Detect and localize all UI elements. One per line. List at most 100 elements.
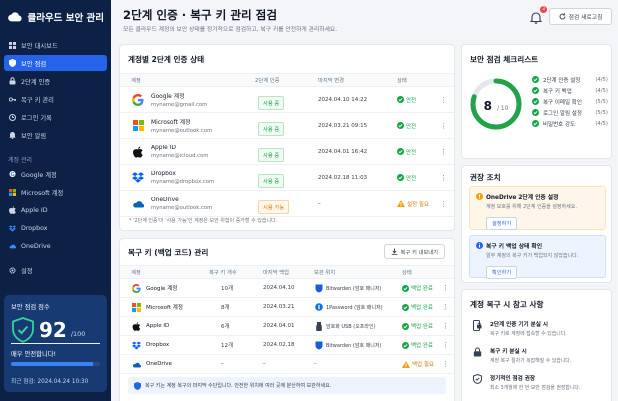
guide-item-title: 정기적인 점검 권장	[490, 376, 536, 382]
refresh-button[interactable]: 점검 새로고침	[549, 8, 612, 25]
recovery-row[interactable]: Apple ID 6개 2024.04.01 암호화 USB (오프라인) 백업…	[120, 317, 454, 336]
twofa-card: 계정별 2단계 인증 상태 계정 2단계 인증 마지막 변경 상태 Google…	[119, 44, 455, 231]
checklist-done: 8	[483, 99, 493, 113]
more-options-icon[interactable]: ⋮	[440, 200, 454, 208]
microsoft-icon	[9, 188, 16, 196]
recovery-table-header: 계정 복구 키 개수 마지막 백업 보관 위치 상태	[120, 265, 454, 279]
status-indicator: 안전	[391, 122, 440, 130]
warning-icon	[397, 200, 405, 207]
brand[interactable]: 클라우드 보안 관리	[0, 0, 111, 35]
dropbox-icon	[132, 341, 141, 350]
col-last-change: 마지막 변경	[318, 78, 345, 84]
twofa-row[interactable]: Microsoft 계정 myname@outlook.com 사용 중 202…	[120, 113, 454, 139]
status-text: 안전	[406, 97, 417, 104]
last-backup: 2024.03.21	[263, 304, 295, 310]
col-last-backup: 마지막 백업	[263, 270, 290, 276]
key-count: –	[221, 361, 224, 367]
account-email: myname@icloud.com	[151, 152, 209, 159]
more-options-icon[interactable]: ⋮	[440, 174, 454, 182]
nav-label: 2단계 인증	[21, 78, 51, 86]
account-cell: Dropbox myname@dropbox.com	[120, 171, 244, 185]
onedrive-icon	[9, 243, 16, 250]
twofa-badge: 사용 중	[258, 121, 285, 136]
more-options-icon[interactable]: ⋮	[440, 148, 454, 156]
col-account: 계정	[131, 78, 141, 84]
more-options-icon[interactable]: ⋮	[442, 341, 454, 349]
recovery-row[interactable]: Microsoft 계정 8개 2024.03.21 1Password (암호…	[120, 298, 454, 317]
recommendations-title: 권장 조치	[470, 173, 501, 182]
notification-button[interactable]: 3	[529, 6, 547, 24]
nav-recovery-keys[interactable]: 복구 키 관리	[4, 91, 107, 107]
nav-onedrive[interactable]: OneDrive	[4, 238, 107, 254]
more-options-icon[interactable]: ⋮	[442, 303, 454, 311]
nav-login-history[interactable]: 로그인 기록	[4, 109, 107, 125]
recovery-row[interactable]: Dropbox 12개 2024.02.18 Bitwarden (암호 매니저…	[120, 336, 454, 355]
more-options-icon[interactable]: ⋮	[442, 360, 454, 368]
recovery-table-body: Google 계정 10개 2024.04.10 Bitwarden (암호 매…	[120, 279, 454, 374]
more-options-icon[interactable]: ⋮	[440, 96, 454, 104]
twofa-table-header: 계정 2단계 인증 마지막 변경 상태	[120, 73, 454, 87]
cloud-logo-icon	[8, 12, 22, 22]
notification-badge: 3	[540, 6, 547, 13]
nav-2fa[interactable]: 2단계 인증	[4, 73, 107, 89]
account-cell: Microsoft 계정 myname@outlook.com	[120, 117, 244, 134]
dashboard-icon	[9, 41, 16, 49]
location-text: 암호화 USB (오프라인)	[326, 323, 376, 330]
account-name: Apple ID	[146, 323, 170, 329]
nav-settings[interactable]: 설정	[4, 262, 107, 278]
last-backup: 2024.02.18	[263, 342, 295, 348]
nav-label: Microsoft 계정	[21, 189, 64, 197]
microsoft-icon	[132, 302, 141, 312]
recovery-title: 복구 키 (백업 코드) 관리	[128, 248, 209, 257]
nav-label: Google 계정	[21, 171, 57, 179]
twofa-title: 계정별 2단계 인증 상태	[128, 55, 205, 64]
account-cell: Google 계정 myname@gmail.com	[120, 91, 244, 108]
more-options-icon[interactable]: ⋮	[440, 122, 454, 130]
check-button[interactable]: 확인하기	[486, 266, 518, 279]
export-button[interactable]: 복구 키 내보내기	[383, 244, 445, 259]
account-cell: Dropbox	[120, 341, 204, 350]
twofa-row[interactable]: Apple ID myname@icloud.com 사용 중 2024.04.…	[120, 139, 454, 165]
twofa-row[interactable]: OneDrive myname@outlook.com 시용 가능 – 설정 필…	[120, 191, 454, 217]
col-status: 상태	[402, 270, 412, 276]
guide-title: 계정 복구 시 참고 사항	[470, 300, 544, 309]
score-progress-fill	[11, 362, 93, 366]
status-indicator: 안전	[391, 174, 440, 182]
last-backup: 2024.04.01	[263, 323, 295, 329]
twofa-row[interactable]: Google 계정 myname@gmail.com 사용 중 2024.04.…	[120, 87, 454, 113]
nav-dashboard[interactable]: 보안 대시보드	[4, 37, 107, 53]
recovery-note: 복구 키는 계정 복구의 마지막 수단입니다. 안전한 위치에 여러 곳에 분산…	[145, 383, 332, 389]
status-text: 설정 필요	[407, 201, 429, 208]
recovery-row[interactable]: OneDrive – – – 백업 필요 ⋮	[120, 355, 454, 374]
recovery-row[interactable]: Google 계정 10개 2024.04.10 Bitwarden (암호 매…	[120, 279, 454, 298]
apple-icon	[132, 321, 141, 331]
nav-label: Dropbox	[21, 224, 48, 232]
nav-security-check[interactable]: 보안 점검	[4, 55, 107, 71]
location-text: Bitwarden (암호 매니저)	[326, 342, 382, 349]
nav-dropbox[interactable]: Dropbox	[4, 220, 107, 236]
lock-icon	[9, 77, 16, 85]
nav-microsoft[interactable]: Microsoft 계정	[4, 184, 107, 200]
bell-icon	[529, 12, 543, 24]
dropbox-icon	[132, 172, 144, 184]
twofa-row[interactable]: Dropbox myname@dropbox.com 사용 중 2024.02.…	[120, 165, 454, 191]
more-options-icon[interactable]: ⋮	[442, 284, 454, 292]
nav-google[interactable]: G Google 계정	[4, 166, 107, 182]
more-options-icon[interactable]: ⋮	[442, 322, 454, 330]
location-text: 1Password (암호 매니저)	[326, 304, 383, 311]
check-circle-icon	[402, 303, 409, 311]
setup-button[interactable]: 설정하기	[486, 217, 518, 230]
twofa-badge: 사용 중	[258, 173, 285, 188]
account-name: Dropbox	[151, 170, 176, 177]
status-indicator: 백업 완료	[398, 341, 442, 349]
key-count: 12개	[221, 343, 234, 349]
check-circle-icon	[402, 322, 409, 330]
nav-label: Apple ID	[21, 206, 48, 214]
checklist-count: (5/5)	[595, 109, 608, 116]
nav-apple[interactable]: Apple ID	[4, 202, 107, 218]
col-status: 상태	[397, 78, 407, 84]
check-circle-icon	[397, 122, 404, 129]
recommendation-recovery: 복구 키 백업 상태 확인 일부 계정의 복구 키가 백업되지 않았습니다. 확…	[469, 235, 606, 279]
nav-security-alerts[interactable]: 보안 알림	[4, 127, 107, 143]
checklist-item: 2단계 인증 설정 (4/5)	[532, 74, 608, 85]
